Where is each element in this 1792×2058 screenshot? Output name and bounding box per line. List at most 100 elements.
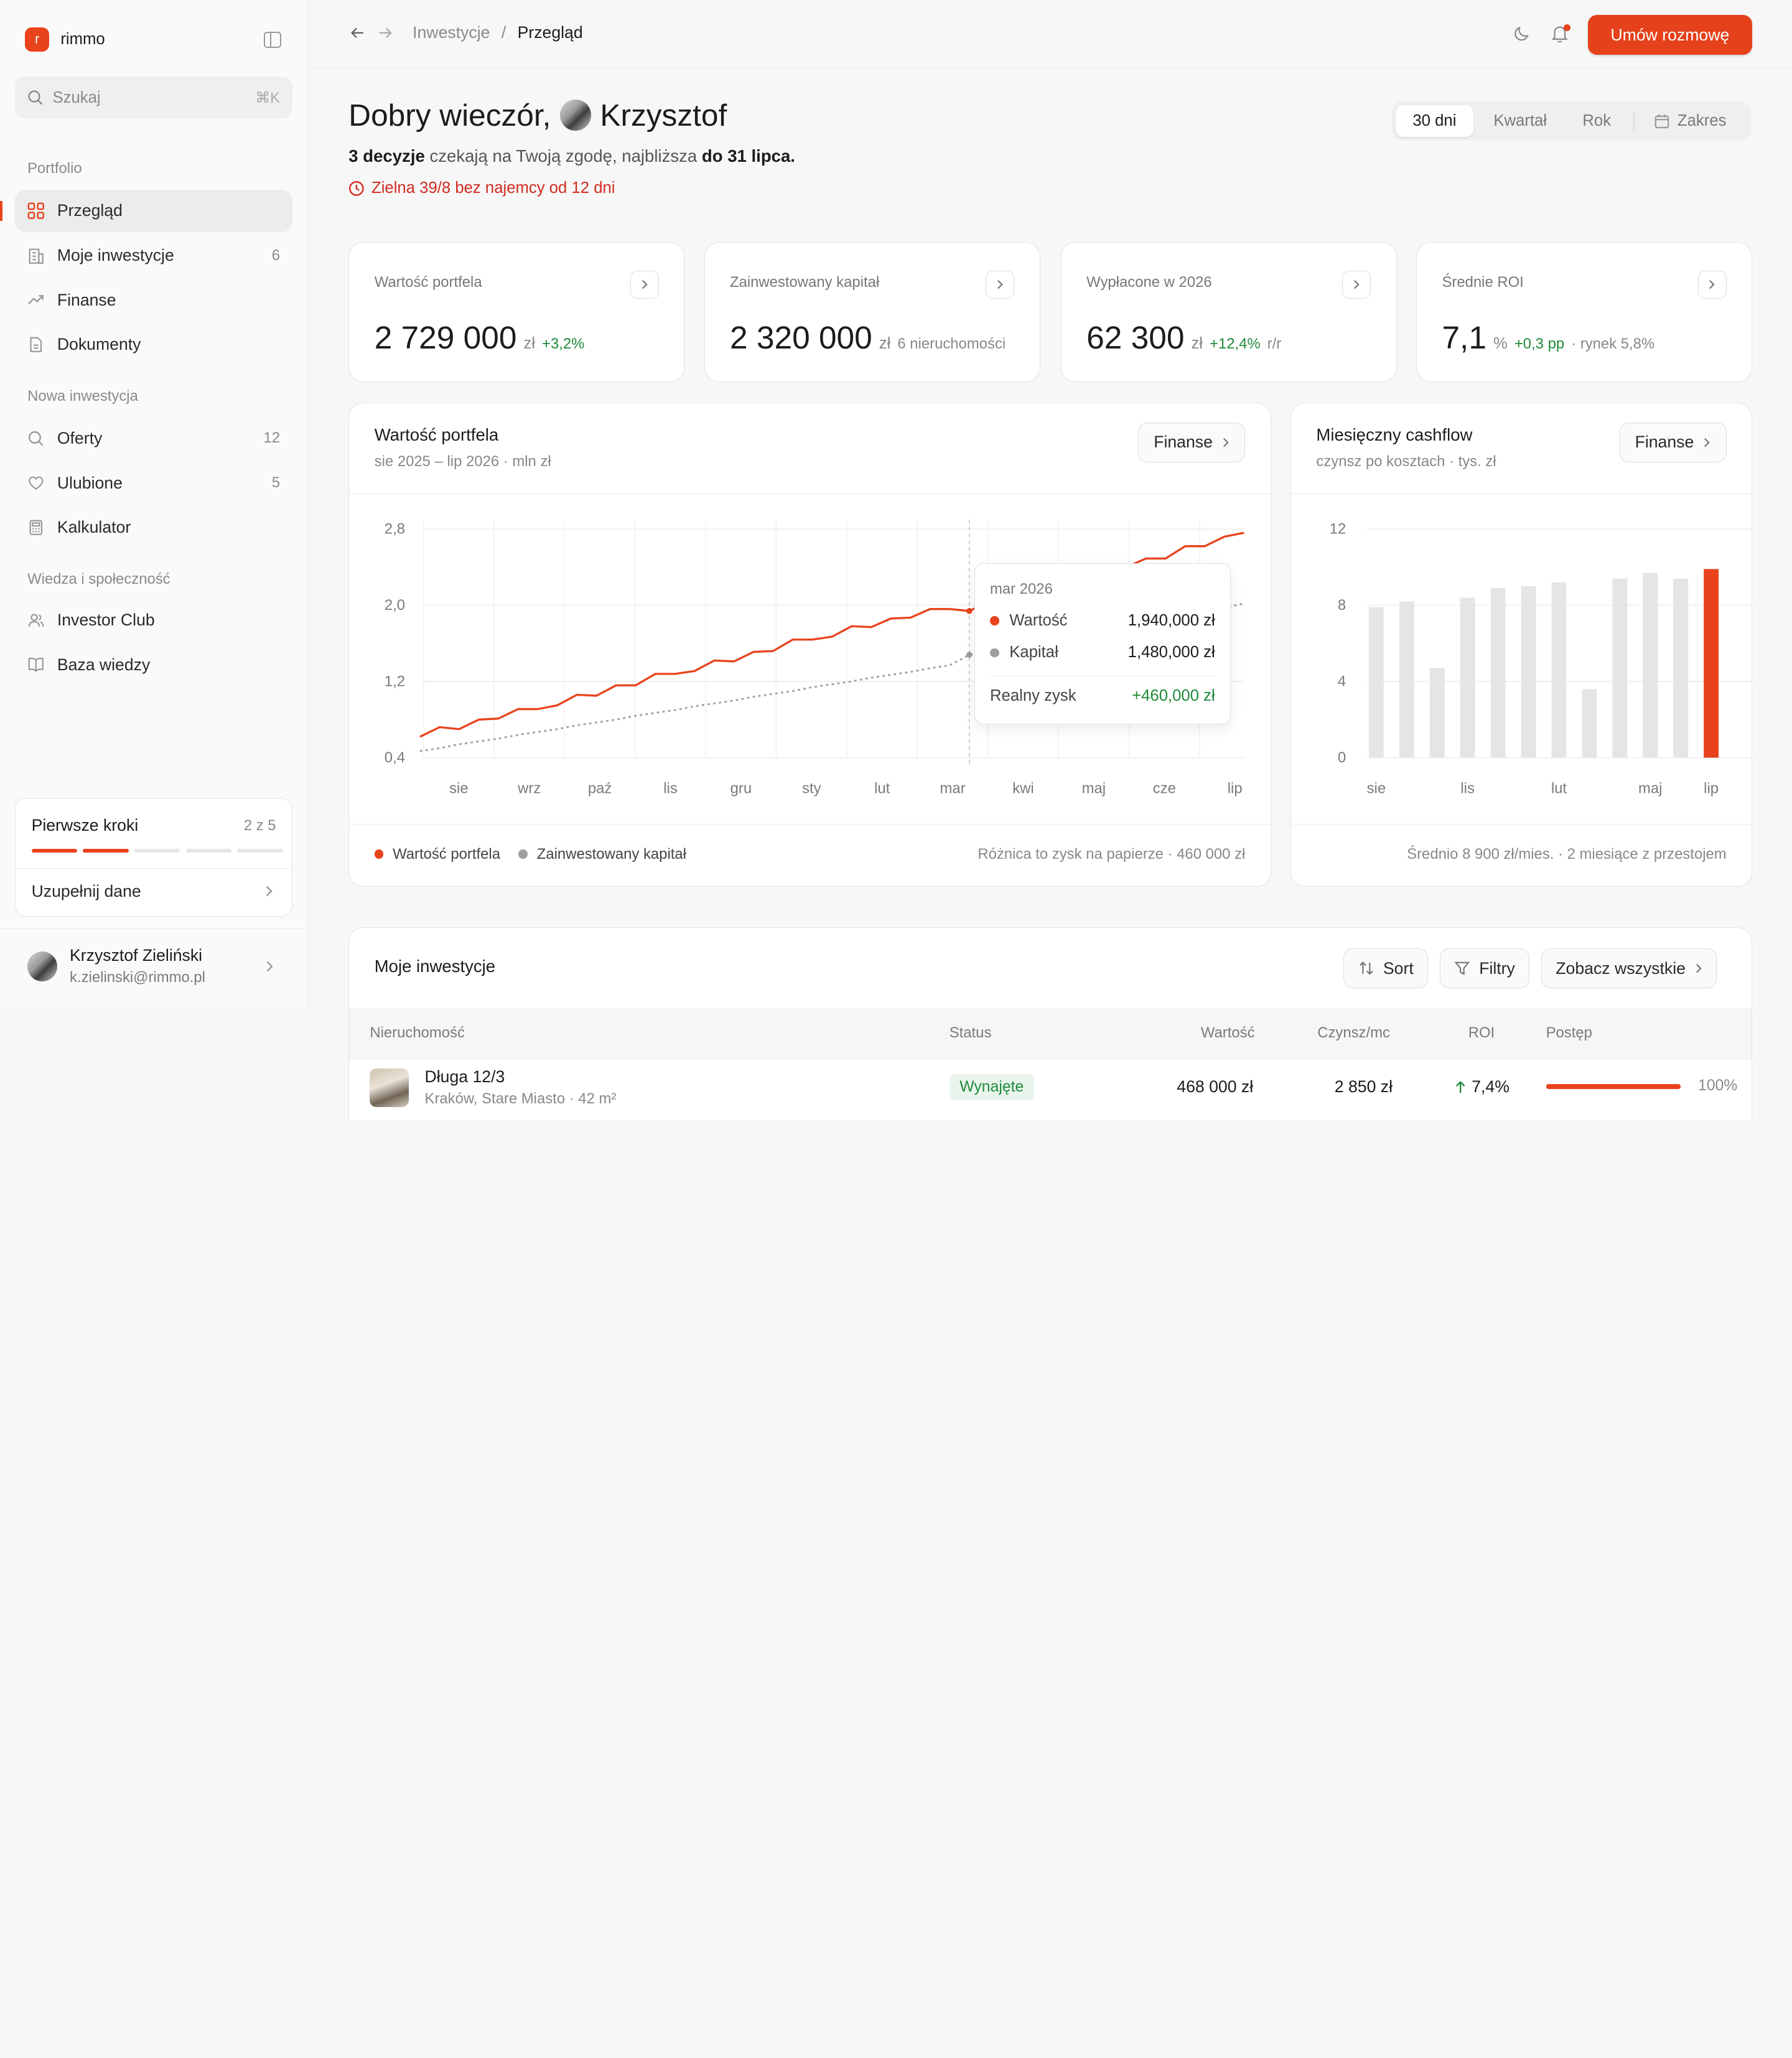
range-custom[interactable]: Zakres: [1641, 105, 1740, 137]
search-input[interactable]: Szukaj ⌘K: [14, 77, 293, 119]
sidebar-item-investor-club[interactable]: Investor Club: [15, 599, 292, 642]
brand[interactable]: r rimmo: [25, 27, 105, 52]
page-title: Dobry wieczór, Krzysztof: [348, 97, 727, 133]
column-header-property[interactable]: Nieruchomość: [370, 1024, 465, 1042]
sidebar-item-count: 6: [271, 246, 281, 264]
sidebar-item-finance[interactable]: Finanse: [15, 279, 292, 321]
column-header-roi[interactable]: ROI: [1468, 1024, 1495, 1042]
chevron-right-icon: [1696, 963, 1702, 973]
legend-label: Wartość portfela: [393, 845, 500, 863]
date-range-selector: 30 dni Kwartał Rok Zakres: [1392, 101, 1752, 141]
app-window: r rimmo Szukaj ⌘K Portfolio Przegląd Moj…: [0, 0, 1792, 1121]
kpi-paid-out[interactable]: Wypłacone w 2026 62 300 zł +12,4% r/r: [1060, 242, 1397, 382]
tooltip-value: 1,940,000 zł: [1127, 611, 1215, 629]
kpi-delta: +0,3 pp: [1514, 335, 1565, 352]
sidebar-item-calculator[interactable]: Kalkulator: [15, 507, 292, 549]
finance-button-label: Finanse: [1635, 433, 1694, 452]
filters-button[interactable]: Filtry: [1439, 948, 1529, 989]
finance-button[interactable]: Finanse: [1619, 422, 1727, 463]
range-quarter[interactable]: Kwartał: [1473, 105, 1567, 137]
range-custom-label: Zakres: [1677, 112, 1727, 130]
column-header-status[interactable]: Status: [950, 1024, 992, 1042]
kpi-open-button[interactable]: [1342, 270, 1371, 299]
forward-arrow-icon[interactable]: [377, 25, 393, 41]
active-indicator: [0, 201, 2, 221]
sidebar-item-offers[interactable]: Oferty 12: [15, 418, 292, 460]
legend-item-value[interactable]: Wartość portfela: [374, 845, 500, 863]
legend-label: Zainwestowany kapitał: [536, 845, 686, 863]
kpi-label: Zainwestowany kapitał: [729, 274, 880, 291]
sidebar-item-documents[interactable]: Dokumenty: [15, 324, 292, 366]
avatar: [560, 100, 591, 131]
tooltip-value: 1,480,000 zł: [1127, 643, 1215, 662]
kpi-note: 6 nieruchomości: [897, 335, 1006, 352]
kpi-invested-capital[interactable]: Zainwestowany kapitał 2 320 000 zł 6 nieru…: [704, 242, 1040, 382]
x-tick-label: sie: [1367, 780, 1386, 797]
chevron-right-icon[interactable]: [265, 960, 274, 973]
y-tick-label: 12: [1330, 520, 1346, 537]
back-arrow-icon[interactable]: [350, 25, 366, 41]
calculator-icon: [29, 520, 43, 535]
kpi-open-button[interactable]: [1697, 270, 1727, 299]
property-value: 468 000 zł: [1177, 1077, 1254, 1097]
calendar-icon: [1654, 114, 1669, 128]
roi-value: 7,4%: [1472, 1077, 1510, 1097]
step-progress-segment: [31, 849, 78, 853]
kpi-note: · rynek 5,8%: [1571, 335, 1655, 352]
sort-button[interactable]: Sort: [1343, 948, 1428, 989]
kpi-open-button[interactable]: [630, 270, 659, 299]
kpi-label: Średnie ROI: [1442, 274, 1524, 291]
search-icon: [28, 90, 43, 105]
decisions-count[interactable]: 3 decyzje: [348, 146, 425, 166]
kpi-value: 62 300: [1086, 319, 1185, 355]
property-roi: 7,4%: [1455, 1077, 1510, 1097]
sidebar-item-label: Investor Club: [57, 610, 155, 630]
sidebar-item-label: Ulubione: [57, 473, 123, 492]
y-tick-label: 1,2: [385, 673, 405, 690]
breadcrumb-item[interactable]: Inwestycje: [413, 23, 490, 42]
sidebar-item-knowledge-base[interactable]: Baza wiedzy: [15, 643, 292, 686]
complete-data-link[interactable]: Uzupełnij dane: [32, 882, 141, 901]
nav-section-knowledge: Wiedza i społeczność: [27, 570, 170, 587]
y-tick-label: 8: [1338, 596, 1346, 613]
portfolio-value-card: Wartość portfela sie 2025 – lip 2026 · m…: [348, 402, 1271, 887]
progress-label: 100%: [1697, 1077, 1738, 1095]
kpi-average-roi[interactable]: Średnie ROI 7,1% +0,3 pp · rynek 5,8%: [1416, 242, 1753, 382]
property-rent: 2 850 zł: [1334, 1077, 1393, 1097]
kpi-unit: zł: [879, 334, 891, 352]
step-progress-segment: [185, 849, 231, 853]
column-header-rent[interactable]: Czynsz/mc: [1317, 1024, 1390, 1042]
sidebar-item-my-investments[interactable]: Moje inwestycje 6: [15, 235, 292, 277]
sidebar-item-favorites[interactable]: Ulubione 5: [15, 462, 292, 504]
x-tick-label: cze: [1153, 780, 1176, 797]
tooltip-label: Realny zysk: [989, 687, 1076, 705]
schedule-call-button[interactable]: Umów rozmowę: [1587, 14, 1753, 55]
cashflow-bar-chart[interactable]: 0 4 8 12 sie lis lut maj lip: [1291, 495, 1752, 826]
see-all-button[interactable]: Zobacz wszystkie: [1541, 948, 1717, 989]
first-steps-card: Pierwsze kroki 2 z 5 Uzupełnij dane: [14, 798, 293, 917]
moon-icon[interactable]: [1513, 25, 1531, 42]
column-header-value[interactable]: Wartość: [1201, 1024, 1255, 1042]
chevron-right-icon: [1709, 280, 1715, 289]
column-header-progress[interactable]: Postęp: [1546, 1024, 1592, 1042]
kpi-value: 2 320 000: [729, 319, 872, 355]
user-profile[interactable]: Krzysztof Zieliński k.zielinski@rimmo.pl: [0, 928, 308, 1009]
card-subtitle: czynsz po kosztach · tys. zł: [1316, 453, 1496, 470]
property-name: Długa 12/3: [424, 1067, 505, 1086]
sidebar-toggle-icon[interactable]: [264, 32, 281, 49]
sidebar-item-overview[interactable]: Przegląd: [14, 189, 293, 232]
filter-icon: [1454, 961, 1470, 975]
card-title: Moje inwestycje: [374, 956, 496, 976]
range-30-days[interactable]: 30 dni: [1395, 105, 1473, 138]
finance-button[interactable]: Finanse: [1138, 422, 1246, 463]
legend-item-capital[interactable]: Zainwestowany kapitał: [518, 846, 686, 863]
x-tick-label: lut: [1551, 780, 1567, 797]
series-point: [966, 651, 973, 658]
vacancy-alert[interactable]: Zielna 39/8 bez najemcy od 12 dni: [348, 179, 615, 197]
range-year[interactable]: Rok: [1567, 105, 1626, 137]
chevron-right-icon: [1704, 437, 1710, 447]
kpi-open-button[interactable]: [986, 270, 1015, 299]
chevron-right-icon[interactable]: [264, 884, 274, 898]
chevron-right-icon: [1223, 437, 1229, 447]
kpi-portfolio-value[interactable]: Wartość portfela 2 729 000 zł +3,2%: [348, 242, 685, 382]
